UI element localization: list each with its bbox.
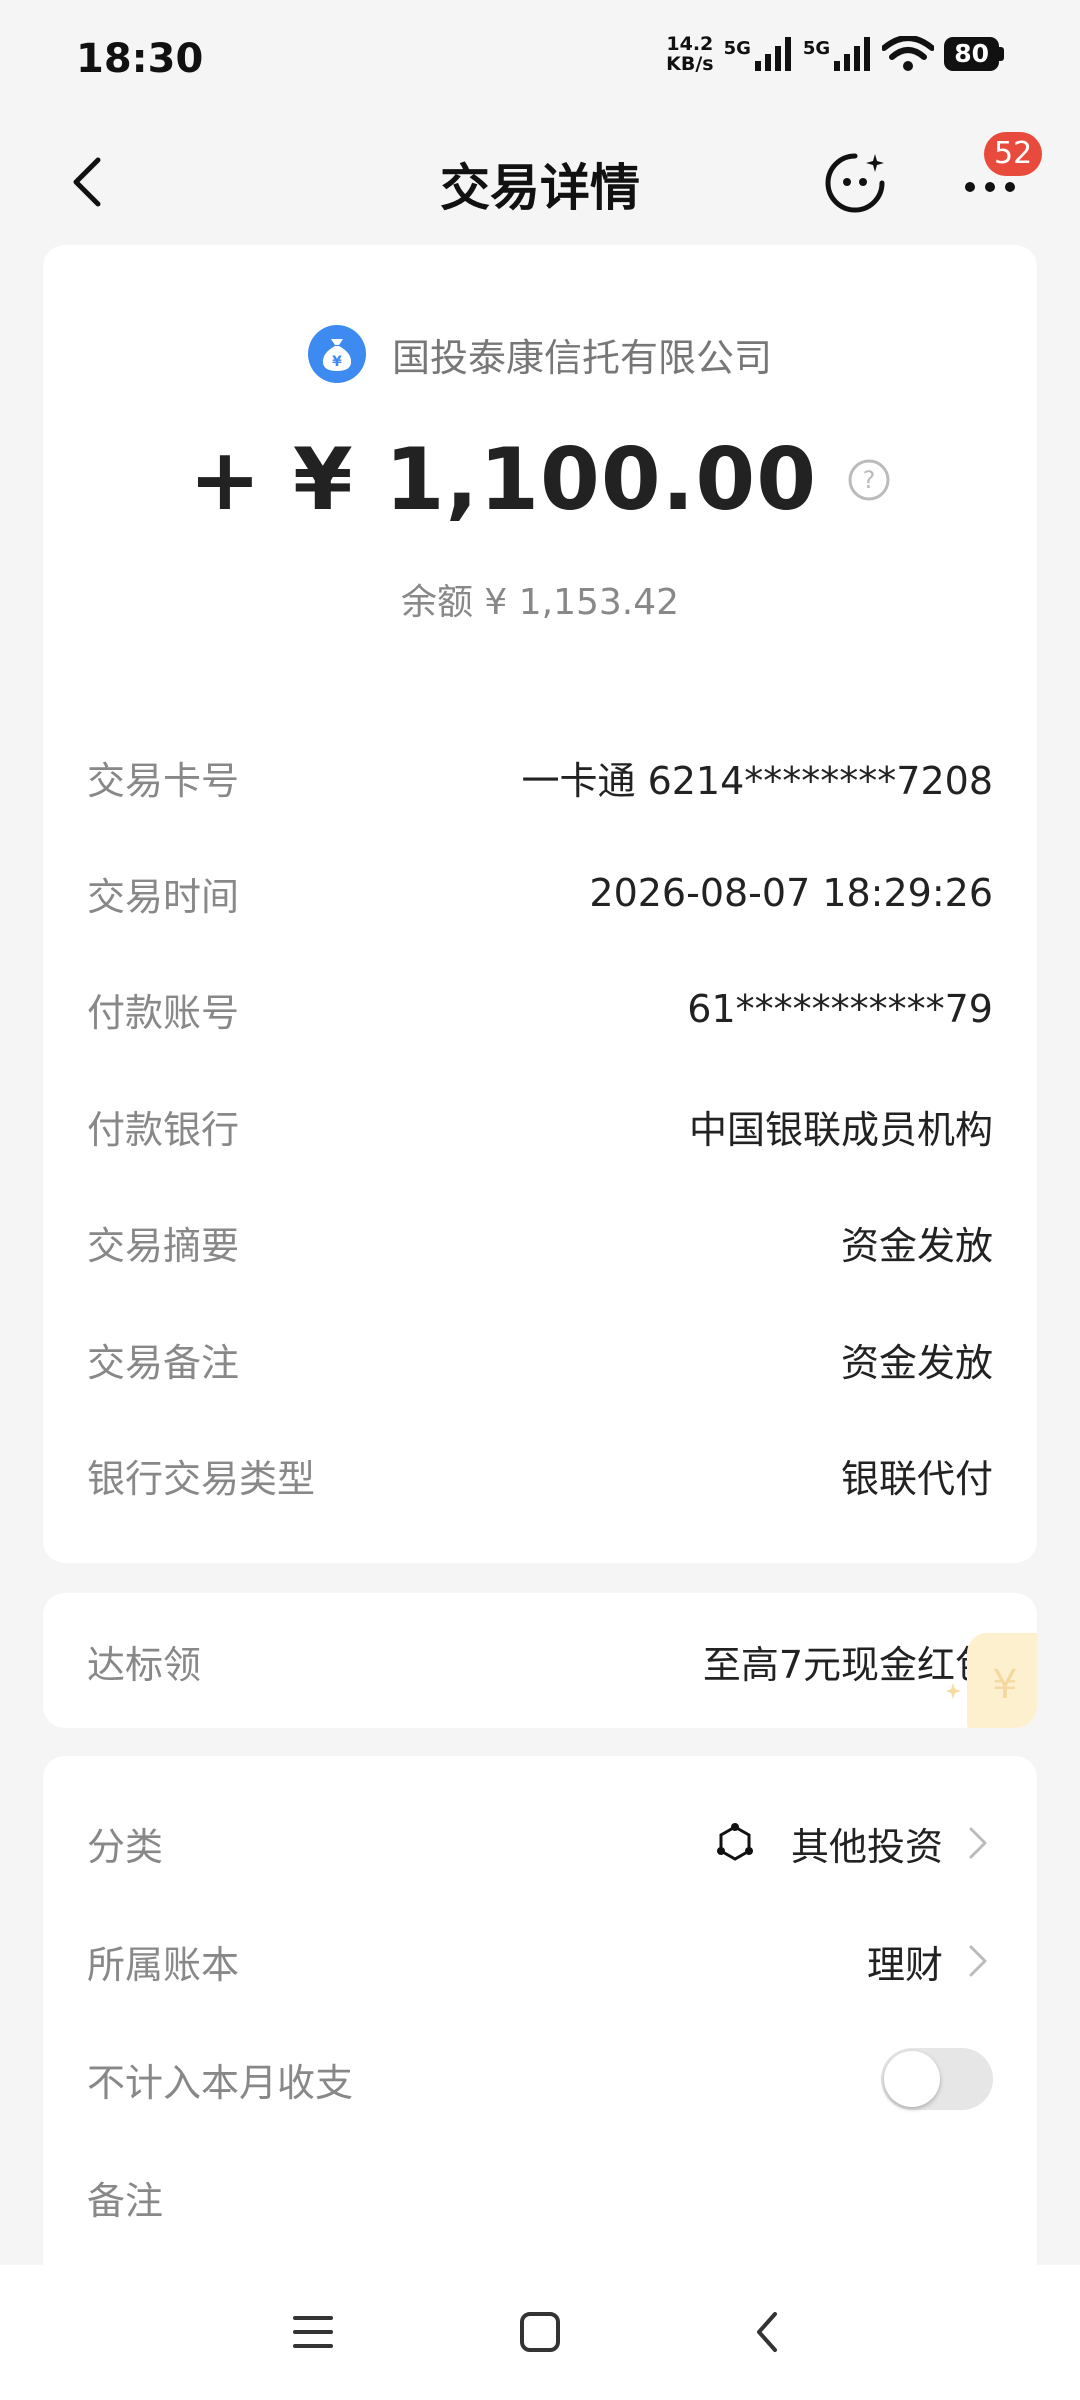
detail-row-remark: 交易备注 资金发放 [87,1329,993,1389]
detail-value: 2026-08-07 18:29:26 [589,871,993,915]
sim1-network-label: 5G [723,38,751,59]
investment-category-icon [716,1823,753,1861]
red-envelope-icon: ¥ [947,1633,1037,1728]
note-row[interactable]: 备注 [87,2162,993,2232]
ledger-value-group: 理财 [867,1934,993,1989]
more-dots-icon [965,182,1015,192]
detail-value: 资金发放 [840,1340,993,1385]
exclude-month-label: 不计入本月收支 [87,2060,354,2105]
home-button[interactable] [505,2297,575,2367]
network-speed: 14.2 KB/s [666,33,714,75]
robot-face-icon [825,153,885,213]
chevron-right-icon [969,1945,987,1977]
exclude-month-row: 不计入本月收支 [87,2044,993,2114]
detail-row-time: 交易时间 2026-08-07 18:29:26 [87,863,993,923]
settings-card: 分类 其他投资 所属账本 理财 不计入本月收支 备注 [43,1756,1037,2276]
detail-label: 交易摘要 [87,1223,240,1268]
wifi-icon [882,36,935,71]
system-back-button[interactable] [732,2297,802,2367]
status-bar: 18:30 14.2 KB/s 5G 5G 80 [0,0,1080,120]
svg-text:¥: ¥ [332,354,342,370]
category-value: 其他投资 [790,1824,943,1869]
detail-label: 交易卡号 [87,758,240,803]
transaction-amount: + ¥ 1,100.00 [188,430,818,530]
detail-value: 中国银联成员机构 [688,1107,993,1152]
signal-icon [754,37,791,71]
signal-icon [834,37,871,71]
recent-apps-button[interactable] [278,2297,348,2367]
merchant: ¥ 国投泰康信托有限公司 [43,325,1037,383]
detail-label: 银行交易类型 [87,1456,316,1501]
ledger-row[interactable]: 所属账本 理财 [87,1926,993,1996]
ledger-value: 理财 [866,1942,943,1987]
battery-tip [999,47,1004,61]
amount-row: + ¥ 1,100.00 ? [43,430,1037,530]
exclude-month-toggle[interactable] [881,2048,993,2110]
detail-value: 银联代付 [840,1456,993,1501]
promo-label: 达标领 [87,1642,202,1687]
battery-indicator: 80 [944,37,1004,71]
note-label: 备注 [87,2178,164,2223]
merchant-name: 国投泰康信托有限公司 [391,335,772,380]
chevron-left-icon [757,2312,777,2352]
assistant-button[interactable] [820,148,890,218]
toggle-knob [884,2051,940,2107]
detail-label: 交易时间 [87,874,240,919]
detail-value: 一卡通 6214********7208 [521,758,994,803]
category-value-group: 其他投资 [715,1816,993,1871]
balance: 余额 ¥ 1,153.42 [400,582,680,623]
battery-level: 80 [944,37,999,71]
page-title: 交易详情 [440,159,640,217]
system-nav-bar [0,2265,1080,2400]
svg-text:¥: ¥ [992,1662,1017,1708]
category-row[interactable]: 分类 其他投资 [87,1808,993,1878]
notification-badge: 52 [984,132,1043,176]
detail-row-bank-type: 银行交易类型 银联代付 [87,1445,993,1505]
detail-row-payer-bank: 付款银行 中国银联成员机构 [87,1096,993,1156]
detail-label: 付款账号 [87,990,240,1035]
money-bag-icon: ¥ [307,325,366,383]
help-icon[interactable]: ? [847,458,891,502]
square-home-icon [520,2312,560,2352]
nav-bar: 交易详情 [0,120,1080,245]
status-time: 18:30 [76,36,204,82]
category-label: 分类 [87,1824,164,1869]
detail-label: 交易备注 [87,1340,240,1385]
detail-value: 61***********79 [687,987,993,1031]
chevron-right-icon [969,1827,987,1859]
promo-row[interactable]: 达标领 至高7元现金红包 [87,1631,993,1691]
detail-value: 资金发放 [840,1223,993,1268]
ledger-label: 所属账本 [87,1942,240,1987]
detail-label: 付款银行 [87,1107,240,1152]
detail-row-summary: 交易摘要 资金发放 [87,1212,993,1272]
transaction-card: ¥ 国投泰康信托有限公司 + ¥ 1,100.00 ? 余额 ¥ 1,153.4… [43,245,1037,1563]
status-icons: 14.2 KB/s 5G 5G 80 [666,34,1004,74]
detail-row-payer-account: 付款账号 61***********79 [87,979,993,1039]
detail-row-card-number: 交易卡号 一卡通 6214********7208 [87,747,993,807]
promo-card[interactable]: 达标领 至高7元现金红包 ¥ [43,1593,1037,1728]
menu-icon [293,2316,333,2348]
svg-text:?: ? [863,466,876,494]
sim2-network-label: 5G [802,38,831,59]
